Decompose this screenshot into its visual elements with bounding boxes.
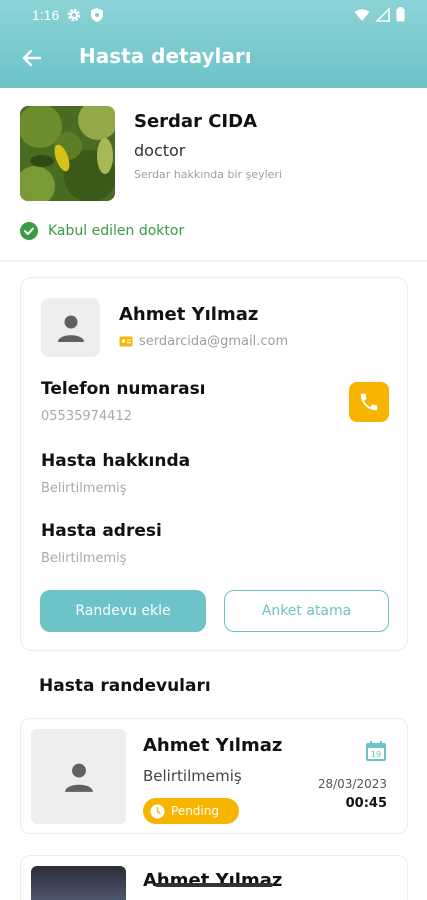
phone-icon <box>360 393 378 411</box>
wifi-icon <box>354 8 370 21</box>
patient-card: Ahmet Yılmaz serdarcida@gmail.com Telefo… <box>20 277 408 651</box>
arrow-left-icon <box>22 49 41 67</box>
appointments-title: Hasta randevuları <box>39 676 211 696</box>
doctor-photo <box>20 106 115 201</box>
calendar-icon: 19 <box>366 741 386 761</box>
person-icon <box>57 315 84 342</box>
home-indicator <box>155 883 273 887</box>
accepted-doctor-label: Kabul edilen doktor <box>48 223 185 239</box>
status-bar: 1:16 <box>0 0 427 30</box>
about-label: Hasta hakkında <box>41 451 191 471</box>
id-card-icon <box>119 336 133 347</box>
about-value: Belirtilmemiş <box>41 481 127 496</box>
phone-label: Telefon numarası <box>41 379 206 399</box>
calendar-day: 19 <box>371 750 381 759</box>
doctor-name: Serdar CIDA <box>134 111 258 132</box>
accepted-doctor-row: Kabul edilen doktor <box>20 222 184 240</box>
add-appointment-button[interactable]: Randevu ekle <box>40 590 206 632</box>
check-circle-icon <box>20 222 38 240</box>
patient-name: Ahmet Yılmaz <box>119 304 259 325</box>
patient-email-row: serdarcida@gmail.com <box>119 334 288 349</box>
doctor-role: doctor <box>134 141 186 160</box>
patient-avatar <box>41 298 100 357</box>
appointment-card[interactable]: Ahmet Yılmaz <box>20 855 408 900</box>
address-label: Hasta adresi <box>41 521 162 541</box>
app-bar: 1:16 Hasta detayları <box>0 0 427 88</box>
person-icon <box>64 763 93 792</box>
appointment-date: 28/03/2023 <box>317 777 387 791</box>
appointment-avatar <box>31 729 126 824</box>
appointment-note: Belirtilmemiş <box>143 767 242 785</box>
call-button[interactable] <box>349 382 389 422</box>
battery-icon <box>396 7 405 22</box>
signal-icon <box>376 7 390 22</box>
appointment-card[interactable]: Ahmet Yılmaz Belirtilmemiş Pending 19 28… <box>20 718 408 834</box>
assign-survey-button[interactable]: Anket atama <box>224 590 389 632</box>
status-label: Pending <box>171 804 219 818</box>
appointment-patient-name: Ahmet Yılmaz <box>143 735 283 756</box>
appointment-time: 00:45 <box>345 796 387 811</box>
appointment-patient-name: Ahmet Yılmaz <box>143 870 283 891</box>
clock-icon <box>150 803 165 819</box>
status-badge: Pending <box>143 798 239 824</box>
appointment-photo <box>31 866 126 900</box>
status-time: 1:16 <box>32 7 60 23</box>
address-value: Belirtilmemiş <box>41 551 127 566</box>
settings-icon <box>67 8 81 22</box>
doctor-about: Serdar hakkında bir şeyleri <box>134 168 282 181</box>
divider <box>0 260 427 262</box>
shield-icon <box>91 8 103 22</box>
phone-value: 05535974412 <box>41 409 132 424</box>
status-icons <box>354 7 405 22</box>
doctor-section: Serdar CIDA doctor Serdar hakkında bir ş… <box>0 88 427 260</box>
page-title: Hasta detayları <box>79 44 252 68</box>
back-button[interactable] <box>18 46 44 70</box>
patient-email: serdarcida@gmail.com <box>139 334 289 349</box>
